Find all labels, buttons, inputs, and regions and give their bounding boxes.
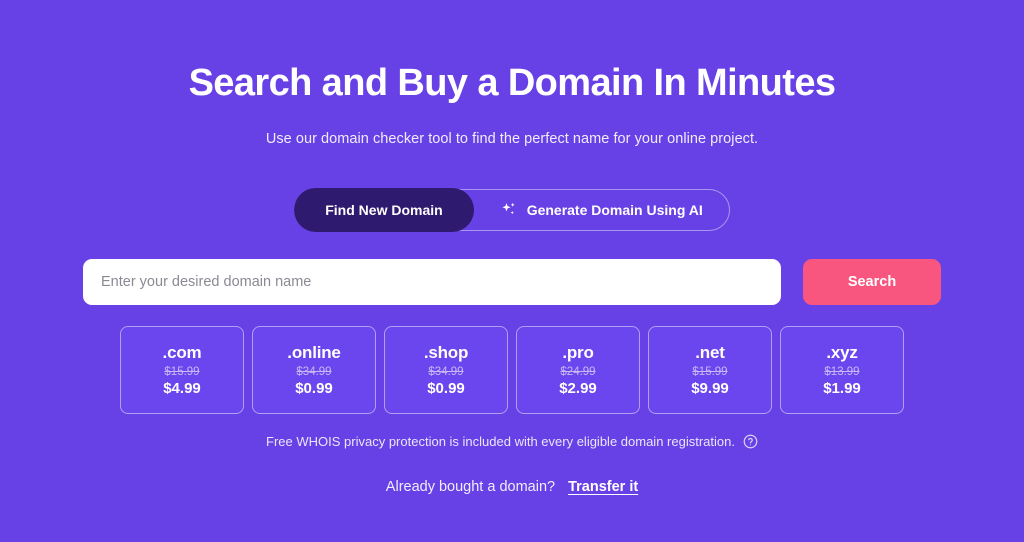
tld-new-price: $0.99 <box>295 379 333 397</box>
tld-name: .com <box>162 342 202 362</box>
tld-name: .shop <box>423 342 469 362</box>
tld-new-price: $9.99 <box>691 379 729 397</box>
whois-privacy-note: Free WHOIS privacy protection is include… <box>266 434 758 449</box>
tab-find-new-domain[interactable]: Find New Domain <box>294 187 474 232</box>
tld-old-price: $15.99 <box>692 365 728 378</box>
tld-old-price: $34.99 <box>428 365 464 378</box>
transfer-it-link[interactable]: Transfer it <box>568 479 638 495</box>
tld-name: .xyz <box>826 342 858 362</box>
tld-new-price: $1.99 <box>823 379 861 397</box>
tld-name: .pro <box>562 342 594 362</box>
tld-card[interactable]: .online $34.99 $0.99 <box>252 325 376 414</box>
whois-privacy-note-text: Free WHOIS privacy protection is include… <box>266 433 735 449</box>
transfer-domain-row: Already bought a domain? Transfer it <box>386 479 638 495</box>
tld-card[interactable]: .shop $34.99 $0.99 <box>384 325 508 414</box>
tab-find-new-domain-label: Find New Domain <box>325 201 443 218</box>
tld-old-price: $24.99 <box>560 365 596 378</box>
transfer-question: Already bought a domain? <box>385 478 556 495</box>
page-subtitle: Use our domain checker tool to find the … <box>265 130 759 147</box>
page-title: Search and Buy a Domain In Minutes <box>188 62 836 104</box>
tld-name: .net <box>695 342 725 362</box>
tld-old-price: $34.99 <box>296 365 332 378</box>
help-circle-icon[interactable] <box>743 434 758 449</box>
domain-search-row: Search <box>83 258 941 305</box>
tld-price-list: .com $15.99 $4.99 .online $34.99 $0.99 .… <box>120 325 904 414</box>
domain-search-hero: Search and Buy a Domain In Minutes Use o… <box>0 0 1024 542</box>
tld-card[interactable]: .net $15.99 $9.99 <box>648 325 772 414</box>
tld-new-price: $0.99 <box>427 379 465 397</box>
search-input[interactable] <box>83 258 781 305</box>
tab-generate-domain-using-ai[interactable]: Generate Domain Using AI <box>474 189 729 231</box>
tld-old-price: $13.99 <box>824 365 860 378</box>
tld-new-price: $2.99 <box>559 379 597 397</box>
tld-card[interactable]: .com $15.99 $4.99 <box>120 325 244 414</box>
search-mode-toggle: Find New Domain Generate Domain Using AI <box>294 187 730 232</box>
tld-old-price: $15.99 <box>164 365 200 378</box>
tld-new-price: $4.99 <box>163 379 201 397</box>
tld-name: .online <box>287 342 341 362</box>
sparkle-icon <box>500 201 518 219</box>
tld-card[interactable]: .pro $24.99 $2.99 <box>516 325 640 414</box>
tld-card[interactable]: .xyz $13.99 $1.99 <box>780 325 904 414</box>
search-button[interactable]: Search <box>803 258 941 305</box>
tab-generate-domain-using-ai-label: Generate Domain Using AI <box>526 201 703 218</box>
